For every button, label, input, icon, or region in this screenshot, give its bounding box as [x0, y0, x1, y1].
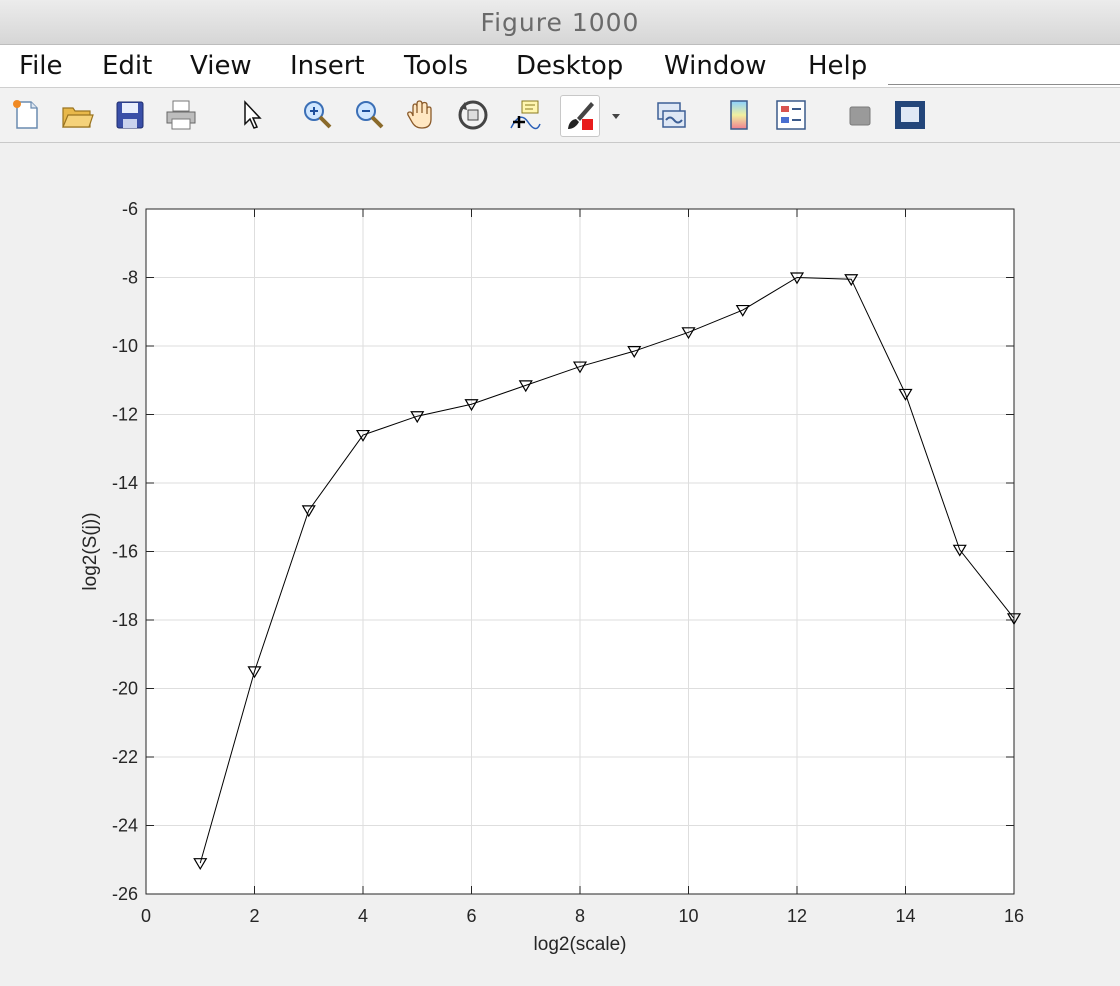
y-axis-label: log2(S(j)): [80, 512, 101, 590]
menu-view[interactable]: View: [190, 49, 252, 83]
colorbar-icon[interactable]: [722, 98, 756, 132]
zoom-out-icon[interactable]: [352, 98, 386, 132]
pointer-icon[interactable]: [236, 98, 270, 132]
x-tick-label: 8: [575, 906, 585, 926]
figure-toolbar: [0, 88, 1120, 143]
line-chart[interactable]: 0 2 4 6 8 10 12 14 16 -26 -24 -22 -20 -18 -16 -14 -12 -10…: [0, 143, 1120, 986]
figure-canvas: 0 2 4 6 8 10 12 14 16 -26 -24 -22 -20 -18 -16 -14 -12 -10…: [0, 143, 1120, 986]
y-tick-label: -18: [112, 610, 138, 630]
y-tick-label: -14: [112, 473, 138, 493]
data-cursor-icon[interactable]: [508, 98, 542, 132]
menu-bar: File Edit View Insert Tools Desktop Wind…: [0, 45, 1120, 114]
dropdown-arrow-icon[interactable]: [608, 98, 624, 132]
x-tick-label: 16: [1004, 906, 1024, 926]
menu-tools[interactable]: Tools: [404, 49, 468, 83]
menu-file[interactable]: File: [19, 49, 63, 83]
menu-help[interactable]: Help: [808, 49, 867, 83]
y-tick-label: -20: [112, 679, 138, 699]
x-tick-label: 12: [787, 906, 807, 926]
pan-hand-icon[interactable]: [404, 98, 438, 132]
x-tick-label: 6: [466, 906, 476, 926]
menu-separator: [888, 84, 1120, 85]
menu-desktop[interactable]: Desktop: [516, 49, 623, 83]
x-tick-label: 10: [678, 906, 698, 926]
y-tick-label: -26: [112, 884, 138, 904]
hide-plot-tools-icon[interactable]: [843, 98, 877, 132]
y-tick-label: -8: [122, 268, 138, 288]
menu-insert[interactable]: Insert: [290, 49, 365, 83]
link-plot-icon[interactable]: [654, 98, 688, 132]
save-icon[interactable]: [113, 98, 147, 132]
show-plot-tools-icon[interactable]: [893, 98, 927, 132]
new-figure-icon[interactable]: [9, 98, 43, 132]
open-file-icon[interactable]: [60, 98, 94, 132]
print-icon[interactable]: [164, 98, 198, 132]
x-tick-label: 2: [249, 906, 259, 926]
x-tick-label: 4: [358, 906, 368, 926]
x-axis-label: log2(scale): [534, 934, 627, 955]
menu-window[interactable]: Window: [664, 49, 767, 83]
menu-edit[interactable]: Edit: [102, 49, 152, 83]
x-tick-label: 14: [895, 906, 915, 926]
y-tick-label: -6: [122, 199, 138, 219]
window-title: Figure 1000: [480, 7, 640, 37]
brush-icon[interactable]: [560, 95, 600, 137]
y-tick-label: -10: [112, 336, 138, 356]
y-tick-label: -22: [112, 747, 138, 767]
y-tick-label: -24: [112, 816, 138, 836]
y-tick-label: -16: [112, 542, 138, 562]
window-titlebar: Figure 1000: [0, 0, 1120, 45]
rotate-3d-icon[interactable]: [456, 98, 490, 132]
x-tick-label: 0: [141, 906, 151, 926]
y-tick-label: -12: [112, 405, 138, 425]
zoom-in-icon[interactable]: [300, 98, 334, 132]
legend-icon[interactable]: [774, 98, 808, 132]
